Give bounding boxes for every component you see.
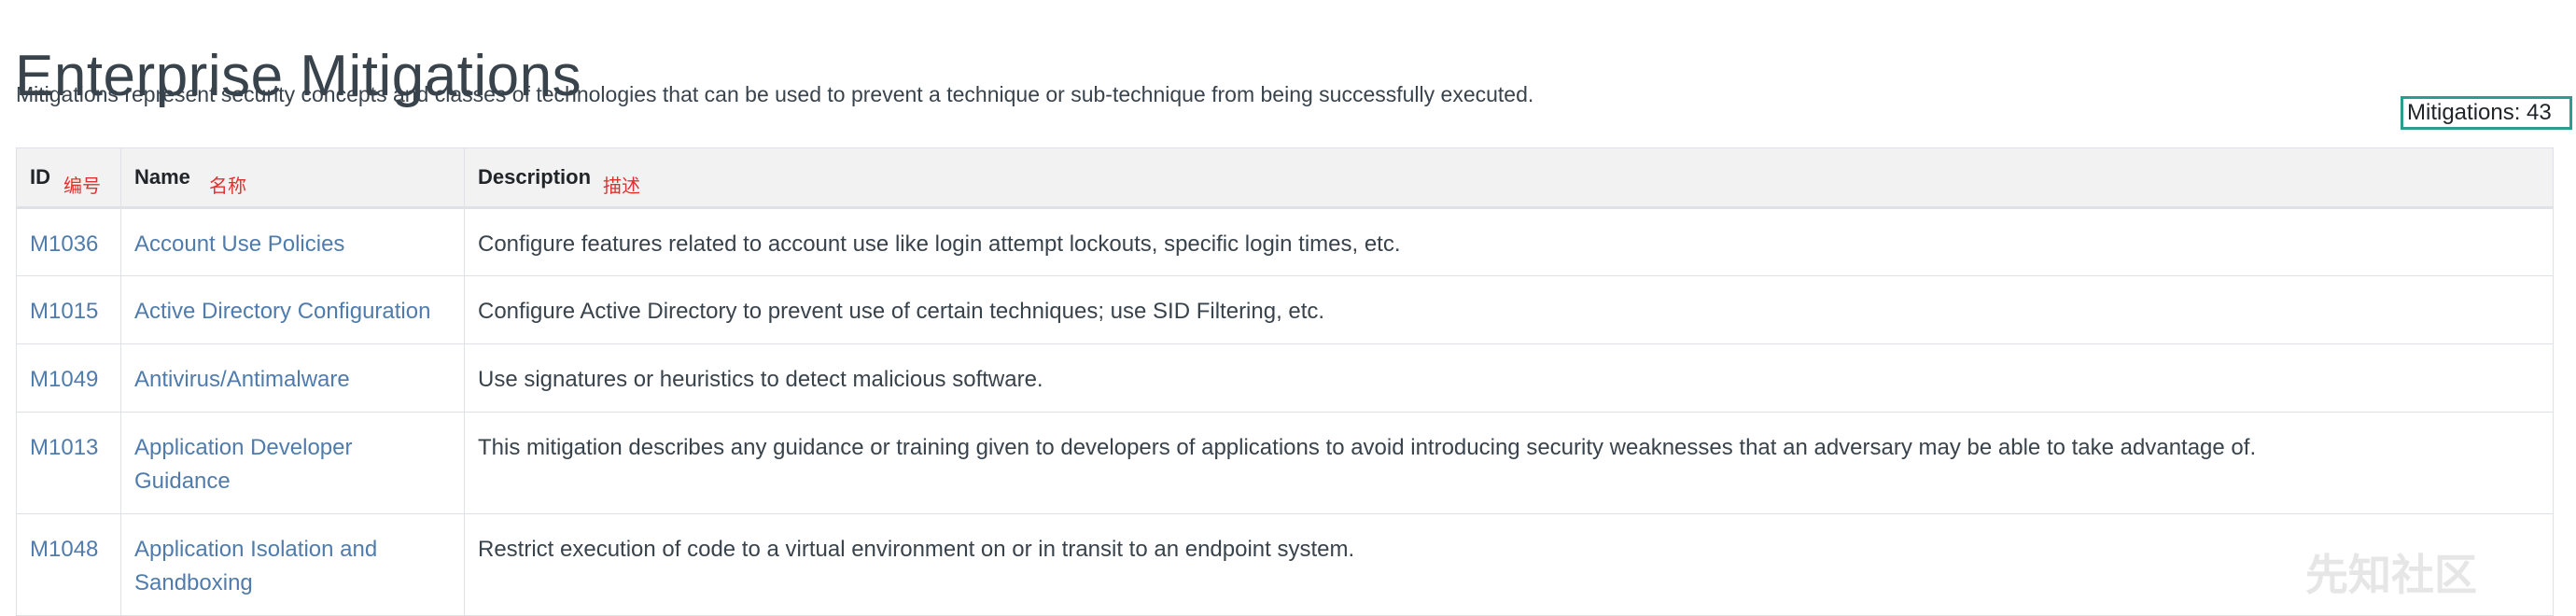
page-description: Mitigations represent security concepts … bbox=[16, 82, 1534, 106]
id-annotation: 编号 bbox=[63, 176, 101, 197]
mitigation-id-link[interactable]: M1015 bbox=[30, 299, 98, 324]
mitigation-id-link[interactable]: M1036 bbox=[30, 231, 98, 257]
mitigation-description: This mitigation describes any guidance o… bbox=[464, 412, 2554, 514]
mitigation-name-link[interactable]: Antivirus/Antimalware bbox=[134, 367, 350, 392]
mitigation-name-link[interactable]: Application Isolation and Sandboxing bbox=[134, 537, 377, 595]
mitigations-table: ID 编号 Name 名称 Description 描述 M1036 Accou… bbox=[16, 147, 2554, 616]
mitigations-count: Mitigations: 43 bbox=[2401, 96, 2572, 130]
mitigation-id-link[interactable]: M1049 bbox=[30, 367, 98, 392]
mitigation-name-link[interactable]: Active Directory Configuration bbox=[134, 299, 430, 324]
column-header-description[interactable]: Description 描述 bbox=[464, 147, 2554, 209]
mitigation-description: Restrict execution of code to a virtual … bbox=[464, 513, 2554, 616]
column-header-description-label: Description bbox=[478, 165, 592, 189]
name-annotation: 名称 bbox=[209, 176, 246, 197]
description-annotation: 描述 bbox=[603, 176, 640, 197]
watermark: 先知社区 bbox=[2305, 551, 2477, 599]
table-row: M1048 Application Isolation and Sandboxi… bbox=[16, 513, 2554, 616]
mitigation-name-link[interactable]: Account Use Policies bbox=[134, 231, 344, 257]
table-row: M1015 Active Directory Configuration Con… bbox=[16, 275, 2554, 344]
table-row: M1013 Application Developer Guidance Thi… bbox=[16, 412, 2554, 514]
table-header: ID 编号 Name 名称 Description 描述 bbox=[16, 147, 2554, 209]
column-header-id-label: ID bbox=[30, 165, 50, 189]
mitigation-id-link[interactable]: M1048 bbox=[30, 537, 98, 562]
table-row: M1036 Account Use Policies Configure fea… bbox=[16, 207, 2554, 276]
column-header-name-label: Name bbox=[134, 165, 190, 189]
column-header-id[interactable]: ID 编号 bbox=[16, 147, 121, 209]
mitigation-description: Use signatures or heuristics to detect m… bbox=[464, 343, 2554, 413]
mitigation-name-link[interactable]: Application Developer Guidance bbox=[134, 435, 352, 494]
mitigation-id-link[interactable]: M1013 bbox=[30, 435, 98, 460]
mitigation-description: Configure Active Directory to prevent us… bbox=[464, 275, 2554, 344]
table-row: M1049 Antivirus/Antimalware Use signatur… bbox=[16, 343, 2554, 413]
mitigation-description: Configure features related to account us… bbox=[464, 207, 2554, 276]
column-header-name[interactable]: Name 名称 bbox=[120, 147, 465, 209]
